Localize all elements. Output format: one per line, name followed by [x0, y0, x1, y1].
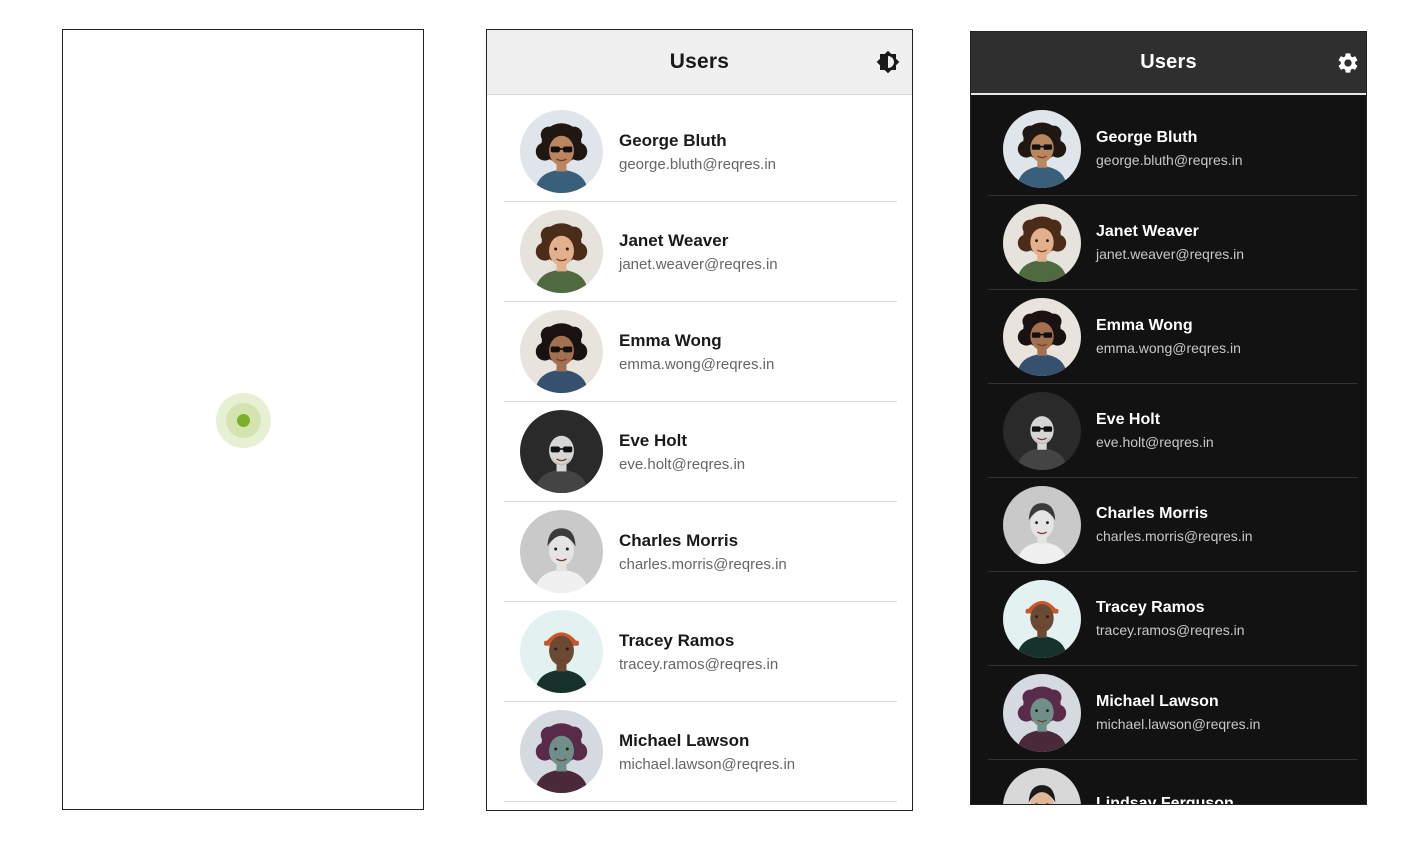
user-info: Tracey Ramos tracey.ramos@reqres.in	[1096, 599, 1245, 638]
user-list-item[interactable]: Charles Morris charles.morris@reqres.in	[504, 502, 897, 602]
brightness-icon[interactable]	[876, 50, 900, 74]
avatar	[520, 710, 603, 793]
user-name: Emma Wong	[619, 330, 722, 350]
user-info: Emma Wong emma.wong@reqres.in	[1096, 317, 1241, 356]
avatar	[520, 210, 603, 293]
user-list-item[interactable]: Emma Wong emma.wong@reqres.in	[988, 290, 1358, 384]
user-email: tracey.ramos@reqres.in	[1096, 622, 1245, 638]
page-title: Users	[669, 50, 730, 73]
user-list-item[interactable]: Charles Morris charles.morris@reqres.in	[988, 478, 1358, 572]
user-email: george.bluth@reqres.in	[1096, 152, 1243, 168]
user-list-item[interactable]: Eve Holt eve.holt@reqres.in	[988, 384, 1358, 478]
user-list: George Bluth george.bluth@reqres.in Janet…	[971, 95, 1366, 805]
user-list-item[interactable]: George Bluth george.bluth@reqres.in	[988, 102, 1358, 196]
user-email: charles.morris@reqres.in	[1096, 528, 1253, 544]
user-list-item[interactable]: Tracey Ramos tracey.ramos@reqres.in	[504, 602, 897, 702]
app-header: Users	[487, 30, 912, 95]
user-info: Michael Lawson michael.lawson@reqres.in	[1096, 693, 1260, 732]
gear-icon[interactable]	[1336, 51, 1360, 75]
user-info: George Bluth george.bluth@reqres.in	[1096, 129, 1243, 168]
user-email: charles.morris@reqres.in	[619, 555, 787, 573]
user-email: emma.wong@reqres.in	[619, 355, 775, 373]
user-list-item[interactable]: George Bluth george.bluth@reqres.in	[504, 102, 897, 202]
page-title: Users	[1140, 51, 1197, 73]
user-email: michael.lawson@reqres.in	[1096, 716, 1261, 732]
user-list-item[interactable]: Michael Lawson michael.lawson@reqres.in	[504, 702, 897, 802]
user-info: Emma Wong emma.wong@reqres.in	[619, 331, 774, 373]
user-email: eve.holt@reqres.in	[1096, 434, 1214, 450]
users-screen-light: Users George Bluth george.bluth@reqres.in…	[486, 29, 913, 811]
avatar	[1003, 297, 1081, 376]
user-email: janet.weaver@reqres.in	[619, 255, 778, 273]
avatar	[1003, 391, 1081, 470]
user-name: Janet Weaver	[619, 230, 729, 250]
user-list: George Bluth george.bluth@reqres.in Janet…	[487, 95, 912, 802]
user-list-item[interactable]: Tracey Ramos tracey.ramos@reqres.in	[988, 572, 1358, 666]
avatar	[1003, 485, 1081, 564]
user-info: Eve Holt eve.holt@reqres.in	[619, 431, 745, 473]
avatar	[1003, 579, 1081, 658]
user-name: Michael Lawson	[1096, 693, 1219, 710]
user-list-item[interactable]: Emma Wong emma.wong@reqres.in	[504, 302, 897, 402]
user-info: Charles Morris charles.morris@reqres.in	[619, 531, 787, 573]
user-info: George Bluth george.bluth@reqres.in	[619, 131, 776, 173]
avatar	[520, 510, 603, 593]
user-name: Michael Lawson	[619, 730, 750, 750]
avatar	[1003, 673, 1081, 752]
user-list-item[interactable]: Lindsay Ferguson	[988, 760, 1358, 805]
user-name: Tracey Ramos	[619, 630, 735, 650]
avatar	[520, 610, 603, 693]
user-name: Emma Wong	[1096, 317, 1193, 334]
user-info: Janet Weaver janet.weaver@reqres.in	[619, 231, 778, 273]
avatar	[520, 310, 603, 393]
user-email: tracey.ramos@reqres.in	[619, 655, 779, 673]
user-email: michael.lawson@reqres.in	[619, 755, 796, 773]
user-list-item[interactable]: Janet Weaver janet.weaver@reqres.in	[504, 202, 897, 302]
user-info: Michael Lawson michael.lawson@reqres.in	[619, 731, 795, 773]
user-name: Eve Holt	[619, 430, 688, 450]
avatar	[1003, 203, 1081, 282]
user-info: Janet Weaver janet.weaver@reqres.in	[1096, 223, 1244, 262]
user-name: Lindsay Ferguson	[1096, 795, 1234, 805]
user-info: Eve Holt eve.holt@reqres.in	[1096, 411, 1214, 450]
user-name: Charles Morris	[619, 530, 739, 550]
user-name: George Bluth	[619, 130, 727, 150]
loading-spinner-icon	[216, 393, 271, 448]
user-name: Eve Holt	[1096, 411, 1161, 428]
avatar	[1003, 767, 1081, 804]
user-info: Charles Morris charles.morris@reqres.in	[1096, 505, 1253, 544]
user-name: George Bluth	[1096, 129, 1198, 146]
user-name: Janet Weaver	[1096, 223, 1199, 240]
user-email: eve.holt@reqres.in	[619, 455, 746, 473]
avatar	[1003, 109, 1081, 188]
user-info: Lindsay Ferguson	[1096, 795, 1234, 805]
user-email: george.bluth@reqres.in	[619, 155, 776, 173]
user-name: Charles Morris	[1096, 505, 1209, 522]
loading-screen	[62, 29, 424, 810]
user-list-item[interactable]: Michael Lawson michael.lawson@reqres.in	[988, 666, 1358, 760]
user-email: emma.wong@reqres.in	[1096, 340, 1241, 356]
avatar	[520, 410, 603, 493]
users-screen-dark: Users George Bluth george.bluth@reqres.in…	[970, 31, 1367, 805]
user-list-item[interactable]: Janet Weaver janet.weaver@reqres.in	[988, 196, 1358, 290]
user-list-item[interactable]: Eve Holt eve.holt@reqres.in	[504, 402, 897, 502]
user-email: janet.weaver@reqres.in	[1096, 246, 1245, 262]
user-info: Tracey Ramos tracey.ramos@reqres.in	[619, 631, 778, 673]
app-header: Users	[971, 32, 1366, 95]
user-name: Tracey Ramos	[1096, 599, 1205, 616]
avatar	[520, 110, 603, 193]
